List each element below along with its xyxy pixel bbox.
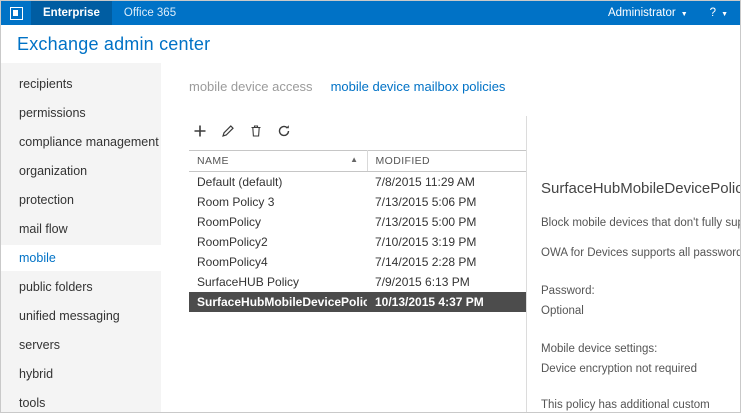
help-menu[interactable]: ? ▼ <box>710 7 728 19</box>
user-menu-label: Administrator <box>608 7 676 19</box>
details-description-line2: OWA for Devices supports all password po… <box>541 247 740 259</box>
policy-name-cell: Room Policy 3 <box>189 192 367 212</box>
policy-modified-cell: 7/13/2015 5:00 PM <box>367 212 526 232</box>
policy-name-cell: SurfaceHubMobileDevicePolicy <box>189 292 367 312</box>
policy-modified-cell: 7/8/2015 11:29 AM <box>367 172 526 193</box>
sidebar-item-recipients[interactable]: recipients <box>1 71 161 97</box>
sidebar-item-hybrid[interactable]: hybrid <box>1 361 161 387</box>
details-pane: SurfaceHubMobileDevicePolicy Block mobil… <box>527 116 740 412</box>
policy-table-body: Default (default)7/8/2015 11:29 AMRoom P… <box>189 172 526 313</box>
edit-icon <box>221 124 235 138</box>
column-header-name[interactable]: NAME ▲ <box>189 151 367 172</box>
edit-button[interactable] <box>217 122 239 140</box>
sidebar-item-protection[interactable]: protection <box>1 187 161 213</box>
sidebar-item-unified-messaging[interactable]: unified messaging <box>1 303 161 329</box>
refresh-icon <box>277 124 291 138</box>
table-row[interactable]: RoomPolicy47/14/2015 2:28 PM <box>189 252 526 272</box>
sidebar-item-tools[interactable]: tools <box>1 390 161 412</box>
password-value: Optional <box>541 305 740 317</box>
policy-modified-cell: 7/14/2015 2:28 PM <box>367 252 526 272</box>
custom-settings-note: This policy has additional custom settin… <box>541 397 740 412</box>
sidebar: recipients permissions compliance manageme… <box>1 63 161 412</box>
tab-enterprise[interactable]: Enterprise <box>31 1 112 25</box>
policy-name-cell: Default (default) <box>189 172 367 193</box>
main-area: mobile device access mobile device mailb… <box>161 63 740 412</box>
add-button[interactable] <box>189 122 211 140</box>
sidebar-item-mail-flow[interactable]: mail flow <box>1 216 161 242</box>
page-title: Exchange admin center <box>17 34 210 55</box>
table-row[interactable]: RoomPolicy7/13/2015 5:00 PM <box>189 212 526 232</box>
table-row[interactable]: RoomPolicy27/10/2015 3:19 PM <box>189 232 526 252</box>
toolbar <box>189 122 526 140</box>
policy-name-cell: RoomPolicy2 <box>189 232 367 252</box>
tab-mobile-device-access[interactable]: mobile device access <box>189 79 313 94</box>
sidebar-item-mobile[interactable]: mobile <box>1 245 161 271</box>
chevron-down-icon: ▼ <box>681 11 688 18</box>
office365-logo-icon <box>10 7 23 20</box>
mobile-device-settings-value: Device encryption not required <box>541 363 740 375</box>
table-row[interactable]: Room Policy 37/13/2015 5:06 PM <box>189 192 526 212</box>
exchange-admin-center-window: Enterprise Office 365 Administrator ▼ ? … <box>0 0 741 413</box>
column-header-modified[interactable]: MODIFIED <box>367 151 526 172</box>
chevron-down-icon: ▼ <box>721 11 728 18</box>
table-row[interactable]: Default (default)7/8/2015 11:29 AM <box>189 172 526 193</box>
tab-mobile-device-mailbox-policies[interactable]: mobile device mailbox policies <box>331 79 506 94</box>
help-icon: ? <box>710 7 716 19</box>
refresh-button[interactable] <box>273 122 295 140</box>
sidebar-item-organization[interactable]: organization <box>1 158 161 184</box>
topbar: Enterprise Office 365 Administrator ▼ ? … <box>1 1 740 25</box>
sidebar-item-compliance-management[interactable]: compliance management <box>1 129 161 155</box>
details-description-line1: Block mobile devices that don't fully su… <box>541 217 740 229</box>
policy-name-cell: SurfaceHUB Policy <box>189 272 367 292</box>
user-menu[interactable]: Administrator ▼ <box>608 7 688 19</box>
sidebar-item-permissions[interactable]: permissions <box>1 100 161 126</box>
delete-icon <box>249 124 263 138</box>
policy-modified-cell: 10/13/2015 4:37 PM <box>367 292 526 312</box>
policy-name-cell: RoomPolicy4 <box>189 252 367 272</box>
table-row[interactable]: SurfaceHubMobileDevicePolicy10/13/2015 4… <box>189 292 526 312</box>
tab-bar: mobile device access mobile device mailb… <box>189 79 740 94</box>
add-icon <box>193 124 207 138</box>
sort-ascending-icon: ▲ <box>350 155 358 164</box>
sidebar-item-public-folders[interactable]: public folders <box>1 274 161 300</box>
table-row[interactable]: SurfaceHUB Policy7/9/2015 6:13 PM <box>189 272 526 292</box>
office365-logo-button[interactable] <box>1 1 31 25</box>
policy-modified-cell: 7/10/2015 3:19 PM <box>367 232 526 252</box>
tab-office365[interactable]: Office 365 <box>112 1 188 25</box>
policy-name-cell: RoomPolicy <box>189 212 367 232</box>
sidebar-item-servers[interactable]: servers <box>1 332 161 358</box>
policy-modified-cell: 7/9/2015 6:13 PM <box>367 272 526 292</box>
page-header: Exchange admin center <box>1 25 740 63</box>
details-title: SurfaceHubMobileDevicePolicy <box>541 180 740 197</box>
policy-table: NAME ▲ MODIFIED Default (default)7/8/201… <box>189 150 526 312</box>
policy-modified-cell: 7/13/2015 5:06 PM <box>367 192 526 212</box>
password-label: Password: <box>541 285 740 297</box>
mobile-device-settings-label: Mobile device settings: <box>541 343 740 355</box>
delete-button[interactable] <box>245 122 267 140</box>
policy-list-pane: NAME ▲ MODIFIED Default (default)7/8/201… <box>189 116 527 412</box>
sidebar-list: recipients permissions compliance manageme… <box>1 71 161 412</box>
